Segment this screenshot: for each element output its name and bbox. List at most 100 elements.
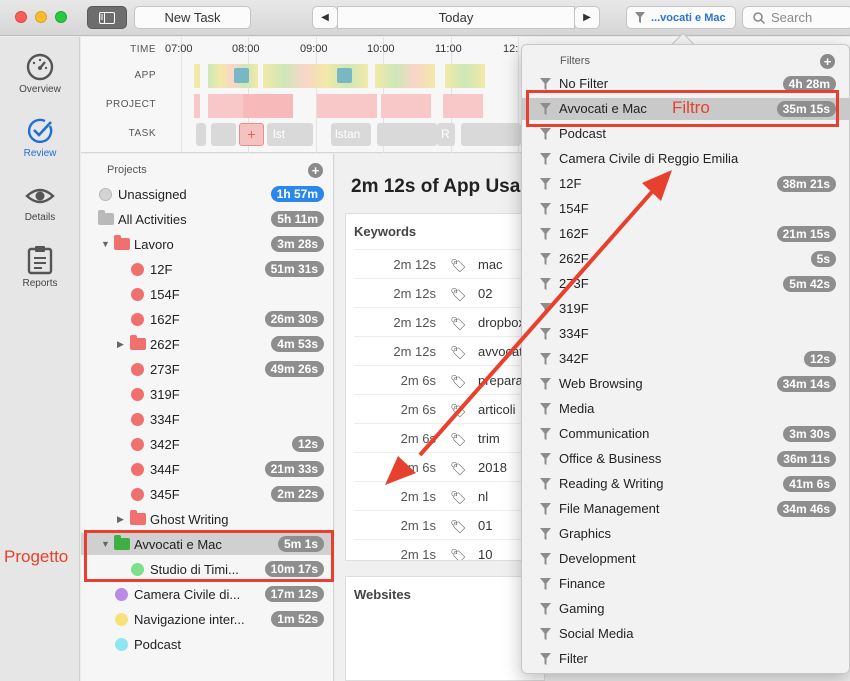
folder-icon [98, 210, 114, 225]
funnel-icon [540, 253, 551, 265]
app-activity-bar[interactable] [375, 64, 435, 88]
filter-row-finance[interactable]: Finance [521, 573, 850, 595]
nav-details[interactable]: Details [0, 183, 80, 223]
filter-row-342f[interactable]: 342F 12s [521, 348, 850, 370]
filter-row-gaming[interactable]: Gaming [521, 598, 850, 620]
project-row-podcast[interactable]: Podcast [81, 633, 334, 655]
project-row-273f[interactable]: 273F 49m 26s [81, 358, 334, 380]
project-row-162f[interactable]: 162F 26m 30s [81, 308, 334, 330]
filter-row-319f[interactable]: 319F [521, 298, 850, 320]
task-bar[interactable] [211, 123, 236, 146]
disclosure-right-icon[interactable]: ▶ [117, 514, 124, 525]
task-bar[interactable]: lst [267, 123, 313, 146]
filter-row-12f[interactable]: 12F 38m 21s [521, 173, 850, 195]
previous-day-button[interactable]: ◀ [312, 6, 338, 29]
task-bar[interactable]: lstan [331, 123, 371, 146]
tag-icon: 🏷 [450, 403, 467, 418]
project-row-342f[interactable]: 342F 12s [81, 433, 334, 455]
keyword-row[interactable]: 2m 12s 🏷 avvocati [354, 336, 544, 365]
project-row-lavoro[interactable]: ▼ Lavoro 3m 28s [81, 233, 334, 255]
project-row-navigazione[interactable]: Navigazione inter... 1m 52s [81, 608, 334, 630]
task-bar[interactable] [461, 123, 521, 146]
project-row-334f[interactable]: 334F [81, 408, 334, 430]
project-bar[interactable] [443, 94, 483, 118]
keyword-row[interactable]: 2m 1s 🏷 01 [354, 510, 544, 539]
next-day-button[interactable]: ▶ [574, 6, 600, 29]
project-row-all-activities[interactable]: All Activities 5h 11m [81, 208, 334, 230]
project-bar[interactable] [243, 94, 293, 118]
task-bar[interactable] [377, 123, 437, 146]
filter-row-filter[interactable]: Filter [521, 648, 850, 670]
filter-row-social-media[interactable]: Social Media [521, 623, 850, 645]
nav-label: Details [24, 212, 56, 223]
filter-row-file-management[interactable]: File Management 34m 46s [521, 498, 850, 520]
project-row-ghost-writing[interactable]: ▶ Ghost Writing [81, 508, 334, 530]
new-task-button[interactable]: New Task [134, 6, 251, 29]
filter-row-web-browsing[interactable]: Web Browsing 34m 14s [521, 373, 850, 395]
circle-icon [131, 387, 144, 401]
filter-button[interactable]: ...vocati e Mac [626, 6, 736, 29]
project-name: Navigazione inter... [134, 611, 245, 627]
filter-row-262f[interactable]: 262F 5s [521, 248, 850, 270]
filter-row-communication[interactable]: Communication 3m 30s [521, 423, 850, 445]
filter-row-camera-civile[interactable]: Camera Civile di Reggio Emilia [521, 148, 850, 170]
project-row-154f[interactable]: 154F [81, 283, 334, 305]
filter-row-office-business[interactable]: Office & Business 36m 11s [521, 448, 850, 470]
project-bar[interactable] [194, 94, 200, 118]
today-button[interactable]: Today [337, 6, 575, 29]
app-activity-bar[interactable] [194, 64, 200, 88]
filter-row-media[interactable]: Media [521, 398, 850, 420]
add-task-button[interactable]: + [239, 123, 264, 146]
search-input[interactable]: Search [742, 6, 850, 29]
keyword-row[interactable]: 2m 6s 🏷 preparaz [354, 365, 544, 394]
funnel-icon [540, 403, 551, 415]
keyword-row[interactable]: 2m 12s 🏷 02 [354, 278, 544, 307]
filter-row-development[interactable]: Development [521, 548, 850, 570]
app-activity-bar[interactable] [445, 64, 485, 88]
disclosure-down-icon[interactable]: ▼ [101, 239, 110, 249]
project-row-262f[interactable]: ▶ 262F 4m 53s [81, 333, 334, 355]
project-row-unassigned[interactable]: Unassigned 1h 57m [81, 183, 334, 205]
app-activity-bar[interactable] [208, 64, 258, 88]
filter-row-162f[interactable]: 162F 21m 15s [521, 223, 850, 245]
filter-name: Social Media [559, 626, 634, 641]
project-name: Podcast [134, 636, 181, 652]
filter-row-graphics[interactable]: Graphics [521, 523, 850, 545]
project-bar[interactable] [208, 94, 243, 118]
zoom-window-button[interactable] [55, 11, 67, 23]
project-row-344f[interactable]: 344F 21m 33s [81, 458, 334, 480]
keyword-row[interactable]: 2m 12s 🏷 mac [354, 249, 544, 278]
duration-badge: 49m 26s [264, 361, 324, 377]
keyword-row[interactable]: 2m 1s 🏷 10 [354, 539, 544, 560]
keyword-row[interactable]: 2m 1s 🏷 nl [354, 481, 544, 510]
filter-row-273f[interactable]: 273F 5m 42s [521, 273, 850, 295]
keyword-row[interactable]: 2m 12s 🏷 dropbox [354, 307, 544, 336]
minimize-window-button[interactable] [35, 11, 47, 23]
add-project-button[interactable]: + [308, 163, 323, 178]
funnel-icon [540, 78, 551, 90]
filter-row-154f[interactable]: 154F [521, 198, 850, 220]
nav-reports[interactable]: Reports [0, 245, 80, 289]
project-row-12f[interactable]: 12F 51m 31s [81, 258, 334, 280]
keyword-row[interactable]: 2m 6s 🏷 2018 [354, 452, 544, 481]
filter-name: 262F [559, 251, 589, 266]
keyword-duration: 2m 12s [393, 286, 436, 301]
filter-row-reading-writing[interactable]: Reading & Writing 41m 6s [521, 473, 850, 495]
nav-review[interactable]: Review [0, 117, 80, 159]
duration-badge: 17m 12s [264, 586, 324, 602]
project-row-camera-civile[interactable]: Camera Civile di... 17m 12s [81, 583, 334, 605]
task-bar[interactable]: R [437, 123, 455, 146]
sidebar-toggle-button[interactable] [87, 6, 127, 29]
filter-row-334f[interactable]: 334F [521, 323, 850, 345]
keyword-row[interactable]: 2m 6s 🏷 trim [354, 423, 544, 452]
project-bar[interactable] [317, 94, 377, 118]
project-bar[interactable] [381, 94, 431, 118]
project-row-319f[interactable]: 319F [81, 383, 334, 405]
disclosure-right-icon[interactable]: ▶ [117, 339, 124, 350]
project-row-345f[interactable]: 345F 2m 22s [81, 483, 334, 505]
nav-overview[interactable]: Overview [0, 53, 80, 95]
close-window-button[interactable] [15, 11, 27, 23]
app-activity-bar[interactable] [263, 64, 368, 88]
task-bar[interactable] [196, 123, 206, 146]
keyword-row[interactable]: 2m 6s 🏷 articoli [354, 394, 544, 423]
